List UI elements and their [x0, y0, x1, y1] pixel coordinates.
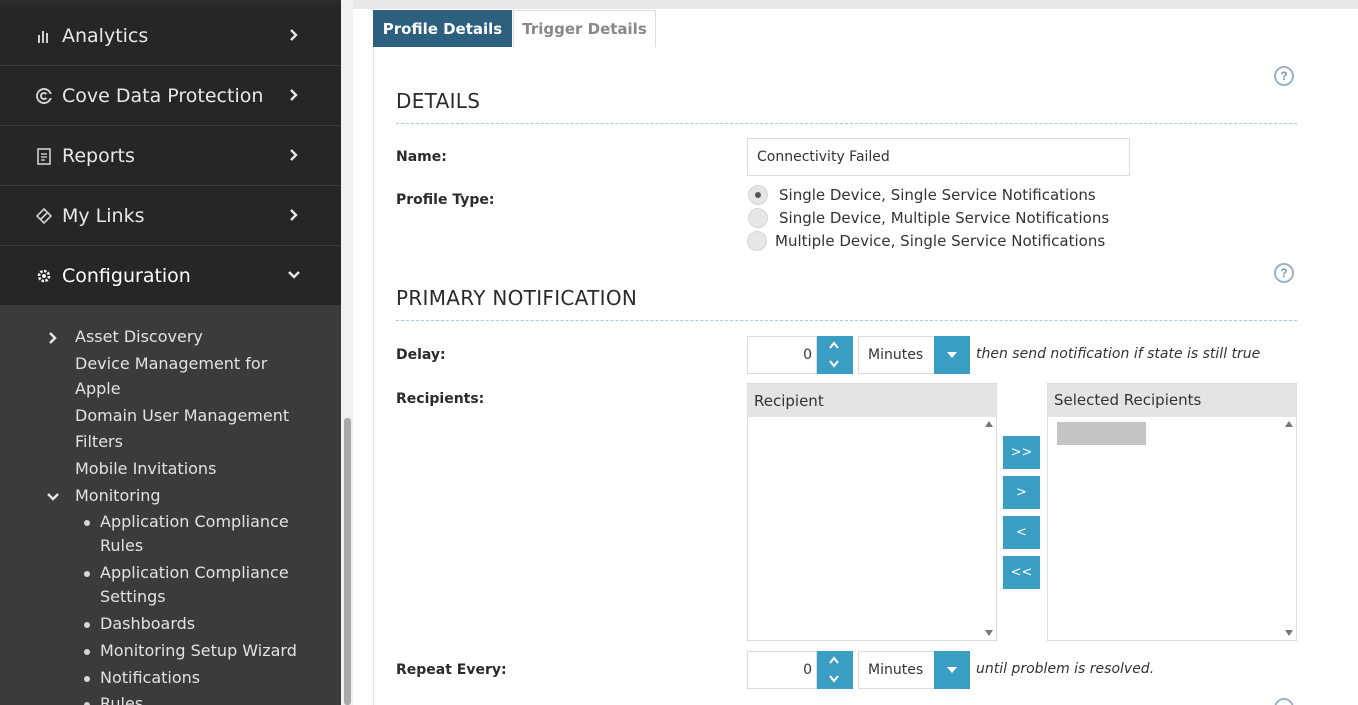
chevron-right-icon — [290, 29, 298, 41]
submenu-label-line2: Rules — [100, 536, 144, 555]
repeat-every-label: Repeat Every: — [396, 662, 507, 678]
radio-single-device-multiple-service[interactable] — [748, 208, 768, 228]
nav-item-my-links[interactable]: My Links — [0, 186, 341, 246]
nav-label-cove: Cove Data Protection — [62, 85, 264, 107]
radio-selected-dot — [755, 192, 761, 198]
repeat-increment-button[interactable] — [817, 651, 853, 670]
nav-label-my-links: My Links — [62, 205, 145, 227]
nav-item-analytics[interactable]: Analytics — [0, 6, 341, 66]
submenu-label-line1: Application Compliance — [100, 512, 289, 531]
chevron-right-icon — [290, 149, 298, 161]
delay-increment-button[interactable] — [817, 336, 853, 355]
selected-recipients-header: Selected Recipients — [1048, 384, 1296, 417]
nav-label-configuration: Configuration — [62, 265, 191, 287]
repeat-unit-dropdown-button[interactable] — [934, 651, 970, 689]
name-label: Name: — [396, 149, 447, 165]
help-icon[interactable]: ? — [1274, 263, 1294, 283]
recipient-list[interactable]: Recipient — [747, 383, 997, 641]
arrow-down-icon — [829, 675, 839, 683]
radio-multiple-device-single-service[interactable] — [747, 231, 767, 251]
submenu-label: Filters — [75, 432, 123, 451]
selected-recipients-list[interactable]: Selected Recipients — [1047, 383, 1297, 641]
nav-item-cove-data-protection[interactable]: Cove Data Protection — [0, 66, 341, 126]
submenu-label-line1: Application Compliance — [100, 563, 289, 582]
bullet — [84, 649, 90, 655]
selected-recipient-item[interactable] — [1057, 422, 1146, 445]
scroll-up-icon[interactable] — [985, 421, 993, 427]
tab-trigger-details[interactable]: Trigger Details — [513, 10, 656, 47]
submenu-label: Monitoring Setup Wizard — [100, 641, 297, 660]
move-right-button[interactable]: > — [1003, 476, 1040, 509]
recipients-label: Recipients: — [396, 391, 485, 407]
profile-type-label: Profile Type: — [396, 192, 495, 208]
submenu-label: Mobile Invitations — [75, 459, 217, 478]
move-all-right-button[interactable]: >> — [1003, 436, 1040, 469]
arrow-down-icon — [829, 360, 839, 368]
radio-label: Multiple Device, Single Service Notifica… — [775, 232, 1106, 250]
bar-chart-icon — [38, 31, 48, 43]
bullet — [84, 622, 90, 628]
delay-input[interactable]: 0 — [747, 336, 817, 374]
radio-single-device-single-service[interactable] — [748, 185, 768, 205]
selected-list-scrollbar[interactable] — [1282, 417, 1296, 640]
delay-unit-select[interactable]: Minutes — [858, 336, 935, 374]
repeat-input[interactable]: 0 — [747, 651, 817, 689]
recipient-list-scrollbar[interactable] — [982, 417, 996, 640]
submenu-label: Rules — [100, 694, 144, 705]
nav-label-analytics: Analytics — [62, 25, 149, 47]
recipient-list-header: Recipient — [748, 384, 996, 417]
nav-label-reports: Reports — [62, 145, 135, 167]
repeat-decrement-button[interactable] — [817, 670, 853, 689]
delay-hint: then send notification if state is still… — [976, 346, 1261, 362]
move-all-left-button[interactable]: << — [1003, 556, 1040, 589]
section-divider — [396, 320, 1297, 321]
link-icon — [35, 207, 53, 225]
submenu-rules[interactable]: Rules — [0, 692, 341, 705]
submenu-label-line1: Device Management for — [75, 354, 268, 373]
sidebar-scrollbar-thumb[interactable] — [344, 418, 351, 705]
nav-item-reports[interactable]: Reports — [0, 126, 341, 186]
radio-label: Single Device, Multiple Service Notifica… — [779, 209, 1110, 227]
submenu-label: Dashboards — [100, 614, 196, 633]
bullet — [84, 520, 90, 526]
submenu-label: Monitoring — [75, 486, 161, 505]
chevron-right-icon — [290, 89, 298, 101]
section-divider — [396, 123, 1297, 124]
bullet — [84, 676, 90, 682]
submenu-label: Asset Discovery — [75, 327, 203, 346]
chevron-down-icon — [47, 493, 59, 501]
help-icon[interactable]: ? — [1274, 66, 1294, 86]
submenu-label-line2: Settings — [100, 587, 166, 606]
chevron-down-icon — [288, 271, 300, 279]
submenu-label: Domain User Management — [75, 406, 290, 425]
tab-profile-details[interactable]: Profile Details — [373, 10, 512, 47]
arrow-up-icon — [829, 656, 839, 664]
gear-icon — [37, 269, 51, 283]
repeat-unit-select[interactable]: Minutes — [858, 651, 935, 689]
scroll-up-icon[interactable] — [1285, 421, 1293, 427]
scroll-down-icon[interactable] — [1285, 630, 1293, 636]
chevron-right-icon — [290, 209, 298, 221]
arrow-up-icon — [829, 341, 839, 349]
caret-down-icon — [947, 352, 957, 358]
name-input[interactable]: Connectivity Failed — [747, 138, 1130, 176]
cove-icon — [36, 88, 52, 104]
scroll-down-icon[interactable] — [985, 630, 993, 636]
repeat-hint: until problem is resolved. — [976, 661, 1155, 677]
bullet — [84, 571, 90, 577]
delay-unit-dropdown-button[interactable] — [934, 336, 970, 374]
delay-label: Delay: — [396, 347, 446, 363]
main-top-band — [353, 0, 1358, 9]
move-left-button[interactable]: < — [1003, 516, 1040, 549]
radio-label: Single Device, Single Service Notificati… — [779, 186, 1096, 204]
section-title-primary-notification: PRIMARY NOTIFICATION — [396, 286, 638, 310]
submenu-label-line2: Apple — [75, 379, 121, 398]
report-icon — [37, 148, 51, 165]
caret-down-icon — [947, 667, 957, 673]
section-title-details: DETAILS — [396, 89, 481, 113]
nav-item-configuration[interactable]: Configuration — [0, 246, 341, 306]
delay-decrement-button[interactable] — [817, 355, 853, 374]
chevron-right-icon — [49, 332, 57, 344]
submenu-label: Notifications — [100, 668, 201, 687]
